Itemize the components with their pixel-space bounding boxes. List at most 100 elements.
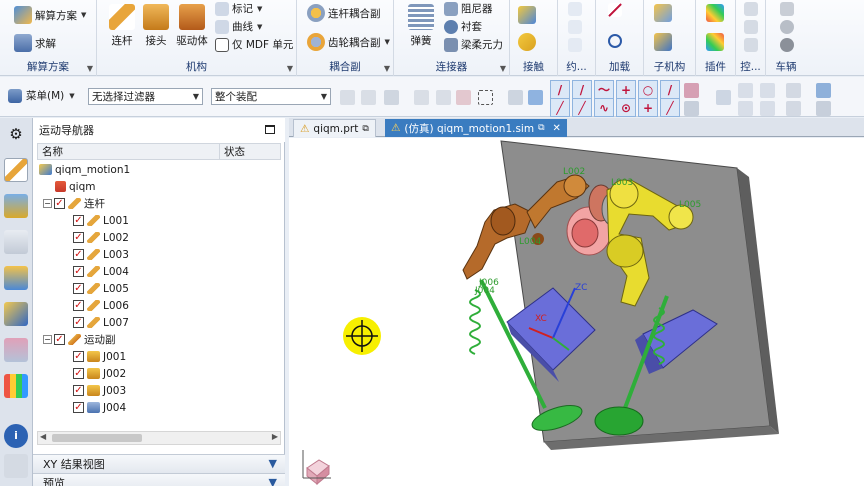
visibility-checkbox[interactable]: ✓ (73, 368, 84, 379)
view-cube-icon[interactable] (528, 90, 543, 105)
bushing-button[interactable]: 衬套 (444, 19, 482, 34)
gear-coupler-button[interactable]: 齿轮耦合副 ▼ (307, 33, 390, 51)
driver-button[interactable]: 驱动体 (171, 4, 213, 48)
constraint-point-icon[interactable] (568, 2, 582, 16)
pivot-l002-top[interactable] (563, 174, 587, 198)
constraint-navigator-icon[interactable] (4, 230, 28, 254)
expand-chevron-icon[interactable]: ▼ (269, 457, 277, 470)
constraint-curve-icon[interactable] (568, 20, 582, 34)
tree-joint-item[interactable]: ✓ J003 (37, 382, 281, 399)
valve-head-right[interactable] (594, 406, 644, 436)
tree-link-item[interactable]: ✓ L003 (37, 246, 281, 263)
rect-select-icon[interactable] (478, 90, 493, 105)
tree-link-item[interactable]: ✓ L002 (37, 229, 281, 246)
layer-icon[interactable] (786, 101, 801, 116)
visibility-checkbox[interactable]: ✓ (73, 266, 84, 277)
group-menu-icon[interactable]: ▼ (287, 64, 293, 73)
tree-link-item[interactable]: ✓ L005 (37, 280, 281, 297)
snap-tangent-toggle[interactable]: / (660, 80, 680, 99)
visibility-checkbox[interactable]: ✓ (73, 283, 84, 294)
vehicle-track-icon[interactable] (780, 20, 794, 34)
damper-button[interactable]: 阻尼器 (444, 1, 493, 16)
marker-button[interactable]: 标记 ▼ (215, 1, 262, 16)
column-name[interactable]: 名称 (38, 144, 220, 159)
force-icon[interactable] (608, 3, 622, 17)
contact-3d-icon[interactable] (518, 6, 536, 24)
tree-joints-group[interactable]: − ✓ 运动副 (37, 331, 281, 348)
torque-icon[interactable] (608, 34, 622, 48)
tree-joint-item[interactable]: ✓ J004 (37, 399, 281, 416)
snap-endpoint-toggle[interactable]: / (550, 80, 570, 99)
visibility-checkbox[interactable]: ✓ (73, 317, 84, 328)
visibility-checkbox[interactable]: ✓ (54, 334, 65, 345)
visibility-checkbox[interactable]: ✓ (73, 351, 84, 362)
new-solution-button[interactable]: 解算方案 ▼ (14, 6, 86, 24)
group-menu-icon[interactable]: ▼ (87, 64, 93, 73)
snap-circle-toggle[interactable]: ⊙ (616, 98, 636, 117)
visibility-checkbox[interactable]: ✓ (73, 300, 84, 311)
vertex-icon[interactable] (684, 101, 699, 116)
maximize-icon[interactable] (265, 125, 275, 134)
plugin-icon[interactable] (706, 4, 724, 22)
point-icon[interactable] (436, 90, 451, 105)
menu-button[interactable]: 菜单(M) ▼ (8, 88, 75, 103)
select-feature-icon[interactable] (456, 90, 471, 105)
solve-button[interactable]: 求解 (14, 34, 56, 52)
xy-results-panel[interactable]: XY 结果视图 ▼ (33, 454, 285, 473)
tree-joint-item[interactable]: ✓ J001 (37, 348, 281, 365)
horizontal-scrollbar[interactable]: ◀ ▶ (37, 431, 281, 445)
reuse-library-icon[interactable] (4, 302, 28, 326)
tree-link-item[interactable]: ✓ L001 (37, 212, 281, 229)
tree-model[interactable]: qiqm (37, 178, 281, 195)
rotate-icon[interactable] (738, 101, 753, 116)
part-navigator-icon[interactable] (4, 266, 28, 290)
snap-control-toggle[interactable]: 〜 (594, 80, 614, 99)
view-section-icon[interactable] (508, 90, 523, 105)
vehicle-wheel-icon[interactable] (780, 38, 794, 52)
expand-chevron-icon[interactable]: ▼ (269, 476, 277, 486)
tree-link-item[interactable]: ✓ L006 (37, 297, 281, 314)
snap-crosshair-toggle[interactable]: + (638, 98, 658, 117)
preview-panel[interactable]: 预览 ▼ (33, 473, 285, 486)
pivot-l004[interactable] (490, 206, 516, 236)
visibility-checkbox[interactable]: ✓ (73, 249, 84, 260)
control-signal-icon[interactable] (744, 2, 758, 16)
visibility-checkbox[interactable]: ✓ (73, 402, 84, 413)
close-icon[interactable]: ✕ (553, 123, 561, 134)
scroll-left-icon[interactable]: ◀ (40, 432, 46, 441)
selection-scope-select[interactable]: 整个装配 ▼ (211, 88, 331, 105)
collapse-icon[interactable]: − (43, 199, 52, 208)
motion-model-scene[interactable]: L002 L003 L005 L004 J006 J004 XC ZC (289, 138, 864, 486)
select-all-icon[interactable] (361, 90, 376, 105)
history-icon[interactable] (4, 454, 28, 478)
refresh-icon[interactable] (738, 83, 753, 98)
column-status[interactable]: 状态 (220, 144, 245, 159)
snap-line-toggle[interactable]: ╱ (550, 98, 570, 117)
tree-link-item[interactable]: ✓ L004 (37, 263, 281, 280)
snap-arc-toggle[interactable]: ╱ (660, 98, 680, 117)
snap-intersection-toggle[interactable]: + (616, 80, 636, 99)
visibility-checkbox[interactable]: ✓ (73, 215, 84, 226)
tree-link-item[interactable]: ✓ L007 (37, 314, 281, 331)
scroll-right-icon[interactable]: ▶ (272, 432, 278, 441)
snap-icon[interactable] (414, 90, 429, 105)
motion-navigator-tab-icon[interactable] (4, 158, 28, 182)
contact-2d-icon[interactable] (518, 33, 536, 51)
info-icon[interactable]: i (4, 424, 28, 448)
type-filter-select[interactable]: 无选择过滤器 ▼ (88, 88, 203, 105)
plugin-grid-icon[interactable] (706, 33, 724, 51)
tree-joint-item[interactable]: ✓ J002 (37, 365, 281, 382)
curve-button[interactable]: 曲线 ▼ (215, 19, 262, 34)
submechanism-manage-icon[interactable] (654, 33, 672, 51)
snap-midpoint-toggle[interactable]: / (572, 80, 592, 99)
yellow-hub[interactable] (606, 234, 644, 268)
zoom-icon[interactable] (760, 83, 775, 98)
link-coupler-button[interactable]: 连杆耦合副 (307, 4, 381, 22)
control-function-icon[interactable] (744, 20, 758, 34)
beam-force-button[interactable]: 梁柔元力 (444, 37, 503, 52)
spring-left[interactable] (469, 289, 481, 355)
cube-view-icon[interactable] (816, 83, 831, 98)
mdf-only-button[interactable]: 仅 MDF 单元 (215, 37, 293, 52)
orient-view-icon[interactable] (816, 101, 831, 116)
pan-icon[interactable] (760, 101, 775, 116)
